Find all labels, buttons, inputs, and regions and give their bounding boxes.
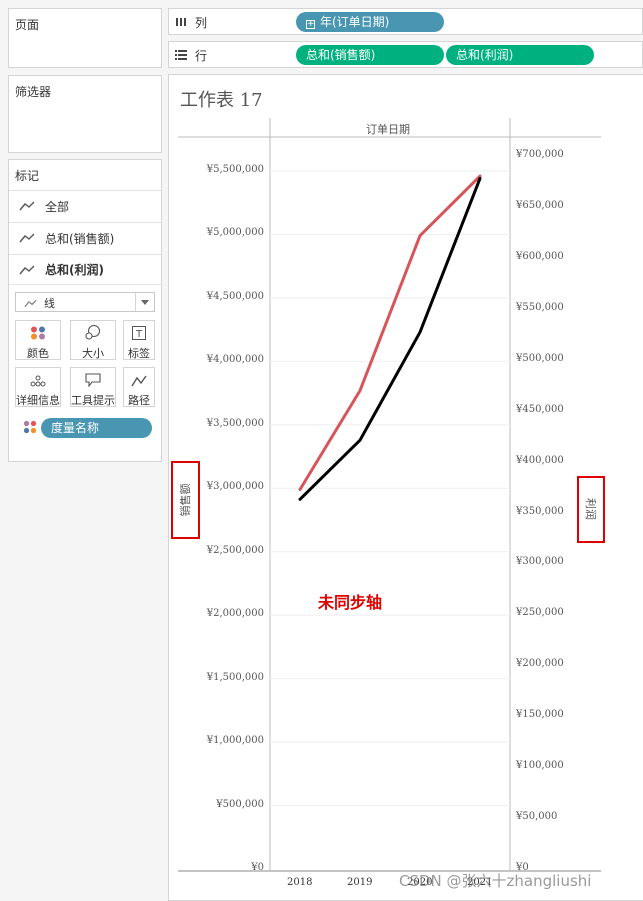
sum-sales-pill[interactable]: 总和(销售额) <box>296 45 444 65</box>
annotation-text: 未同步轴 <box>318 593 383 612</box>
left-axis-tick-label: ¥0 <box>251 862 264 873</box>
color-button[interactable]: 颜色 <box>15 320 61 360</box>
tooltip-bubble-icon <box>85 373 101 390</box>
x-axis-tick-label: 2019 <box>347 877 373 888</box>
svg-text:T: T <box>135 329 143 340</box>
right-axis-tick-label: ¥650,000 <box>516 199 564 211</box>
path-button[interactable]: 路径 <box>123 367 155 407</box>
left-axis-tick-label: ¥500,000 <box>216 798 264 810</box>
right-axis-title: 利润 <box>584 498 597 520</box>
left-axis-tick-label: ¥3,500,000 <box>206 417 264 429</box>
pages-card[interactable]: 页面 <box>8 8 162 68</box>
right-axis-tick-label: ¥600,000 <box>516 250 564 262</box>
right-axis-tick-label: ¥450,000 <box>516 403 564 415</box>
path-button-label: 路径 <box>128 394 150 407</box>
mark-card-sales[interactable]: 总和(销售额) <box>9 222 161 253</box>
expand-plus-icon: + <box>306 19 315 29</box>
watermark: CSDN @张六十zhangliushi <box>399 872 592 890</box>
sum-profit-pill[interactable]: 总和(利润) <box>446 45 594 65</box>
text-label-icon: T <box>132 326 146 343</box>
right-axis-tick-label: ¥50,000 <box>516 811 558 823</box>
left-axis-tick-label: ¥4,000,000 <box>206 354 264 366</box>
line-mark-icon <box>19 233 37 243</box>
x-axis-tick-label: 2018 <box>287 877 313 888</box>
mark-card-all[interactable]: 全部 <box>9 190 161 221</box>
color-dots-icon <box>23 420 37 437</box>
label-button[interactable]: T 标签 <box>123 320 155 360</box>
right-axis-tick-label: ¥350,000 <box>516 505 564 517</box>
marks-title: 标记 <box>15 169 40 183</box>
left-axis-title: 销售额 <box>179 483 192 517</box>
path-line-icon <box>131 375 147 390</box>
color-dots-icon <box>30 326 46 343</box>
filters-title: 筛选器 <box>15 85 52 99</box>
right-axis-tick-label: ¥100,000 <box>516 760 564 772</box>
sales-series-line <box>298 174 482 491</box>
columns-icon <box>176 16 187 30</box>
right-axis-tick-label: ¥500,000 <box>516 352 564 364</box>
right-axis-tick-label: ¥150,000 <box>516 709 564 721</box>
pill-label: 年(订单日期) <box>320 15 390 29</box>
line-mark-icon <box>24 297 37 311</box>
year-order-date-pill[interactable]: + 年(订单日期) <box>296 12 444 32</box>
right-axis-tick-label: ¥400,000 <box>516 454 564 466</box>
rows-icon <box>175 49 187 63</box>
left-axis-tick-label: ¥2,500,000 <box>206 544 264 556</box>
mark-card-label: 总和(利润) <box>45 263 104 277</box>
tooltip-button[interactable]: 工具提示 <box>70 367 116 407</box>
chart-region: 订单日期 ¥0 ¥500,000 ¥1,000,000 ¥1,500,000 ¥2,00… <box>168 74 643 901</box>
size-circles-icon <box>85 324 101 343</box>
chevron-down-icon <box>141 300 149 305</box>
marks-card: 标记 全部 总和(销售额) 总和(利润) 线 颜色 大小 T 标签 详细信息 工… <box>8 159 162 462</box>
right-axis-tick-label: ¥250,000 <box>516 607 564 619</box>
mark-type-dropdown[interactable]: 线 <box>15 292 155 312</box>
left-axis-tick-label: ¥5,500,000 <box>206 164 264 175</box>
label-button-label: 标签 <box>128 347 150 360</box>
right-axis-tick-label: ¥700,000 <box>516 149 564 160</box>
dropdown-separator <box>135 293 136 311</box>
columns-shelf[interactable]: 列 + 年(订单日期) <box>168 8 643 35</box>
left-axis-tick-label: ¥1,000,000 <box>206 735 264 747</box>
left-axis-tick-label: ¥2,000,000 <box>206 608 264 620</box>
left-axis-tick-label: ¥4,500,000 <box>206 290 264 302</box>
size-button-label: 大小 <box>82 347 104 360</box>
columns-label: 列 <box>195 16 208 30</box>
left-axis-tick-label: ¥1,500,000 <box>206 671 264 683</box>
color-button-label: 颜色 <box>27 347 49 360</box>
profit-series-line <box>298 176 482 501</box>
right-axis-tick-label: ¥550,000 <box>516 301 564 313</box>
mark-card-label: 总和(销售额) <box>45 231 115 246</box>
size-button[interactable]: 大小 <box>70 320 116 360</box>
rows-shelf[interactable]: 行 总和(销售额) 总和(利润) <box>168 41 643 68</box>
filters-card[interactable]: 筛选器 <box>8 75 162 153</box>
right-axis-tick-label: ¥200,000 <box>516 658 564 670</box>
detail-button[interactable]: 详细信息 <box>15 367 61 407</box>
detail-dots-icon <box>30 375 46 390</box>
detail-button-label: 详细信息 <box>16 394 60 407</box>
right-axis-tick-label: ¥300,000 <box>516 556 564 568</box>
pages-title: 页面 <box>15 18 40 32</box>
measure-names-pill[interactable]: 度量名称 <box>41 418 152 438</box>
line-mark-icon <box>19 265 37 275</box>
left-axis-tick-label: ¥5,000,000 <box>206 227 264 239</box>
tooltip-button-label: 工具提示 <box>71 394 115 407</box>
mark-card-profit[interactable]: 总和(利润) <box>9 254 161 285</box>
line-mark-icon <box>19 201 37 211</box>
mark-type-value: 线 <box>44 297 55 310</box>
rows-label: 行 <box>195 49 208 63</box>
mark-card-label: 全部 <box>45 199 70 214</box>
